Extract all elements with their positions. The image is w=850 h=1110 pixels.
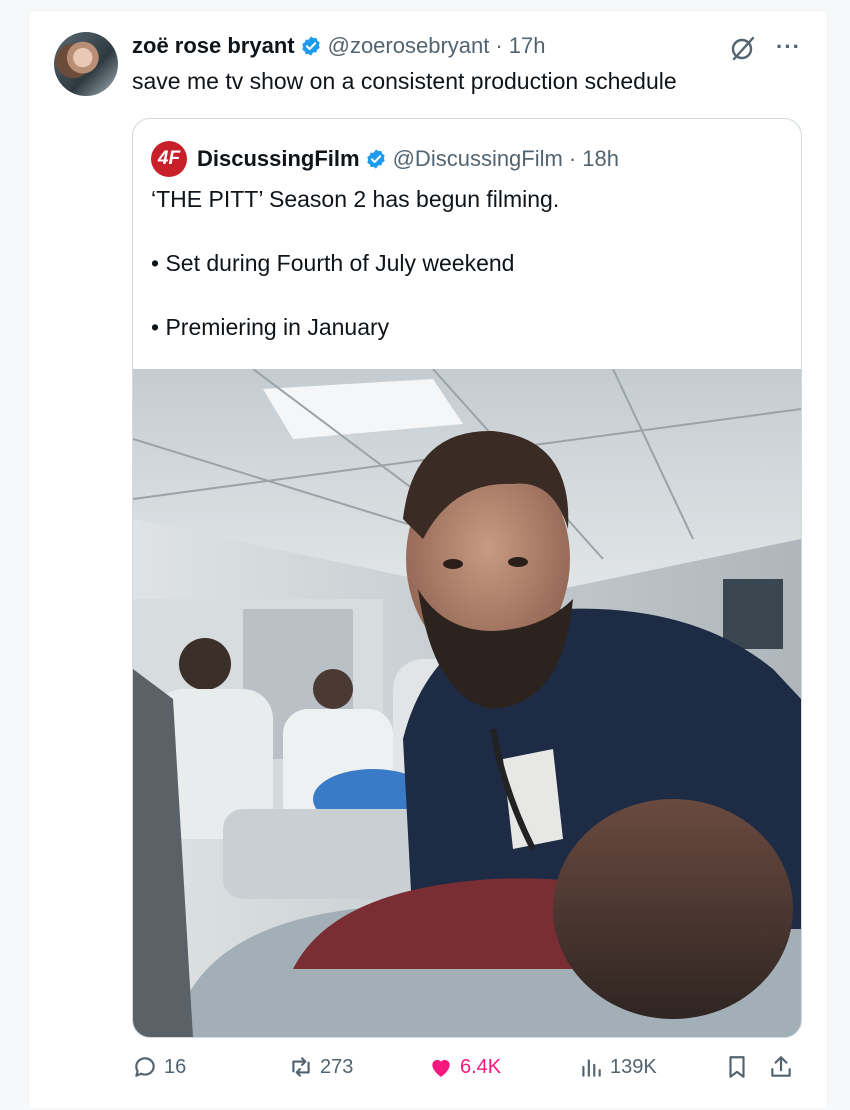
quoted-line: • Premiering in January (151, 314, 390, 340)
avatar[interactable] (54, 32, 118, 96)
repost-count: 273 (320, 1055, 354, 1078)
like-icon (432, 1059, 450, 1077)
like-button[interactable]: 6.4K (428, 1054, 501, 1080)
quoted-author-name[interactable]: DiscussingFilm (197, 146, 360, 172)
verified-badge-icon (301, 36, 320, 56)
grok-icon[interactable] (728, 33, 758, 63)
bookmark-button[interactable] (724, 1054, 756, 1080)
reply-icon (135, 1057, 155, 1077)
quoted-photo[interactable] (133, 369, 801, 1037)
tweet-header: zoë rose bryant @zoerosebryant · 17h (132, 33, 546, 59)
quoted-text: ‘THE PITT’ Season 2 has begun filming. •… (151, 183, 559, 343)
reply-count: 16 (164, 1055, 187, 1078)
tweet-time[interactable]: · 17h (495, 33, 545, 59)
quoted-line: ‘THE PITT’ Season 2 has begun filming. (151, 186, 560, 212)
quoted-author-handle[interactable]: @DiscussingFilm (393, 146, 563, 172)
quoted-avatar[interactable]: 4F (151, 141, 187, 177)
like-count: 6.4K (460, 1055, 502, 1078)
author-name[interactable]: zoë rose bryant (132, 33, 295, 59)
share-icon (771, 1056, 791, 1077)
views-count: 139K (610, 1055, 657, 1078)
verified-badge-icon (366, 149, 385, 169)
quoted-header: 4F DiscussingFilm @DiscussingFilm · 18h (151, 141, 619, 177)
quoted-tweet[interactable]: 4F DiscussingFilm @DiscussingFilm · 18h … (132, 118, 802, 1038)
repost-icon (292, 1057, 310, 1077)
quoted-time[interactable]: · 18h (569, 146, 619, 172)
views-button[interactable]: 139K (578, 1054, 657, 1080)
views-icon (582, 1059, 601, 1077)
more-icon[interactable]: ··· (776, 34, 801, 60)
quoted-line: • Set during Fourth of July weekend (151, 250, 515, 276)
author-handle[interactable]: @zoerosebryant (328, 33, 490, 59)
tweet-text: save me tv show on a consistent producti… (132, 68, 677, 94)
repost-button[interactable]: 273 (288, 1054, 353, 1080)
action-bar: 16 273 6.4K 139K (132, 1054, 800, 1090)
reply-button[interactable]: 16 (132, 1054, 186, 1080)
bookmark-icon (729, 1056, 745, 1078)
share-button[interactable] (768, 1054, 800, 1080)
